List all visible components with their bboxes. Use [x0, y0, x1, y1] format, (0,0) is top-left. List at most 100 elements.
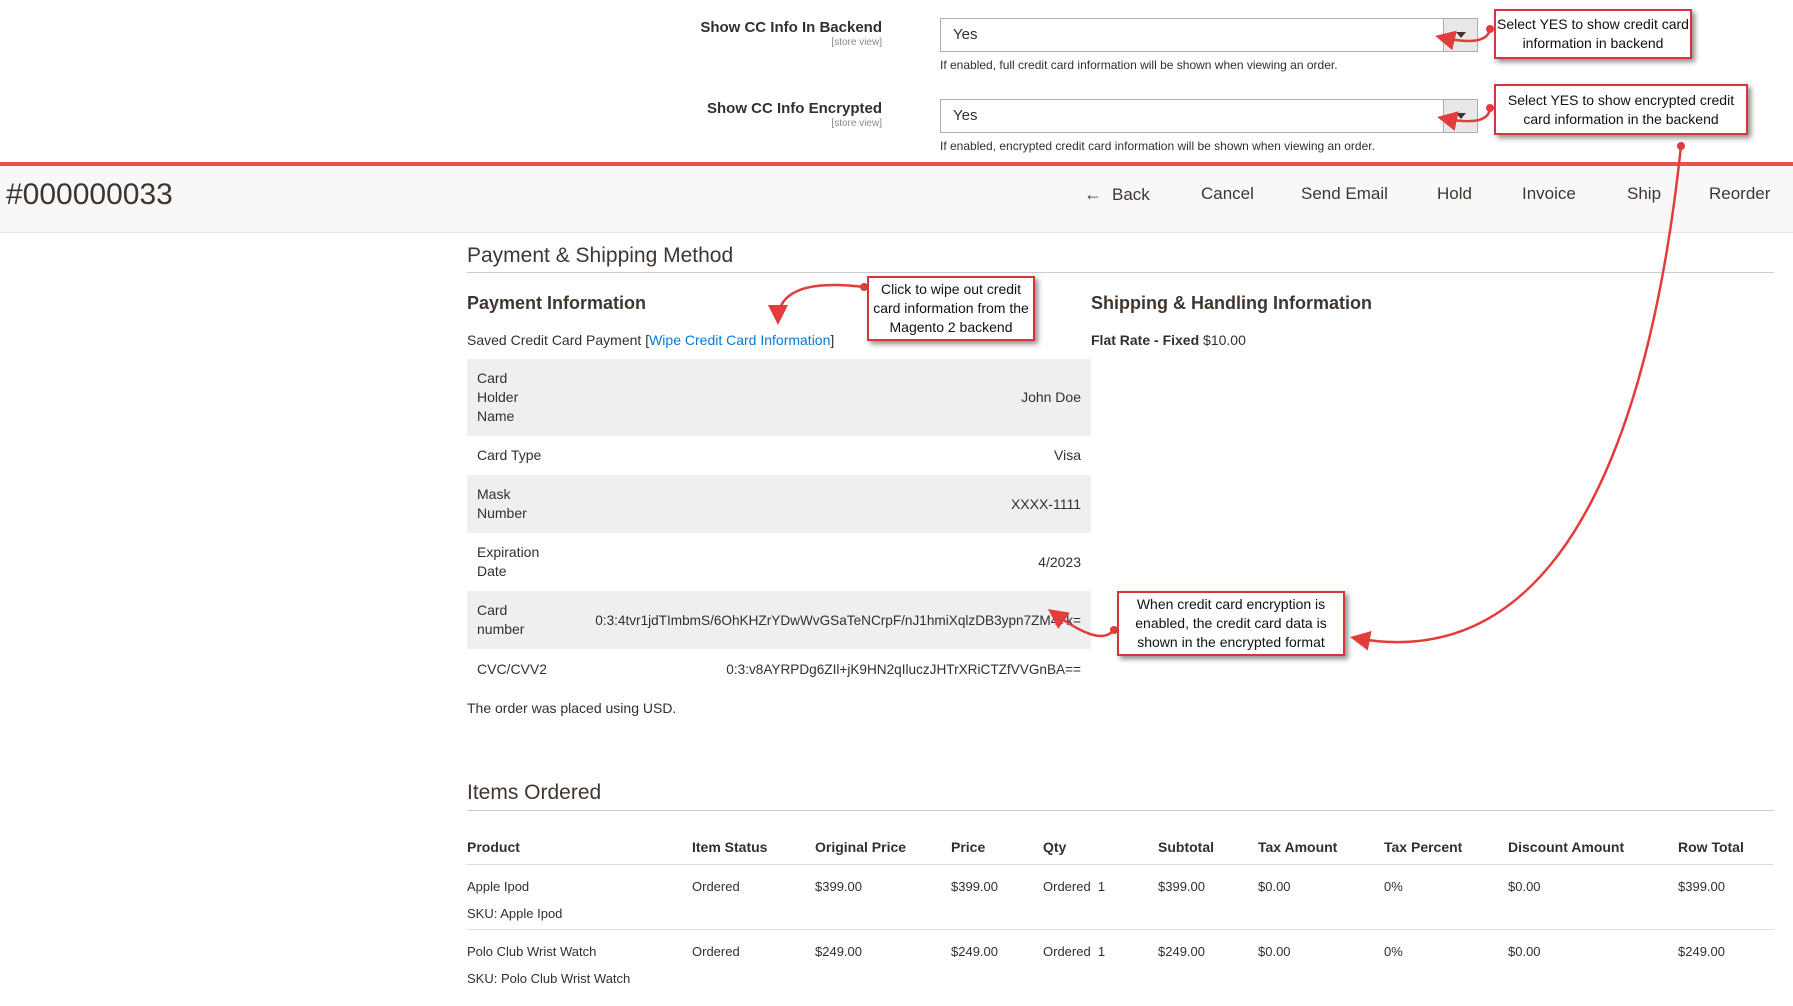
col-row-total: Row Total — [1678, 830, 1774, 865]
cc-row-type: Card Type Visa — [467, 436, 1091, 475]
wipe-cc-link[interactable]: Wipe Credit Card Information — [649, 332, 830, 348]
item-subtotal: $249.00 — [1158, 943, 1205, 959]
cancel-button[interactable]: Cancel — [1201, 182, 1254, 206]
payment-shipping-title: Payment & Shipping Method — [467, 244, 734, 267]
back-button[interactable]: ← Back — [1084, 182, 1150, 207]
cc-key: CVC/CVV2 — [477, 660, 548, 677]
item-original-price: $399.00 — [815, 878, 862, 894]
item-tax-amount: $0.00 — [1258, 943, 1291, 959]
item-row-total: $399.00 — [1678, 878, 1725, 894]
shipping-method: Flat Rate - Fixed $10.00 — [1091, 331, 1246, 349]
col-original-price: Original Price — [815, 830, 951, 865]
item-tax-percent: 0% — [1384, 878, 1403, 894]
page-title: #000000033 — [6, 178, 173, 211]
cc-row-holder: Card Holder Name John Doe — [467, 359, 1091, 436]
shipping-method-name: Flat Rate - Fixed — [1091, 332, 1200, 348]
cc-key: Mask Number — [477, 486, 527, 521]
item-discount: $0.00 — [1508, 878, 1541, 894]
item-qty: Ordered 1 — [1043, 943, 1106, 959]
col-tax-percent: Tax Percent — [1384, 830, 1508, 865]
cc-value: Visa — [1054, 447, 1081, 463]
show-cc-encrypted-label: Show CC Info Encrypted — [706, 100, 882, 117]
col-tax-amount: Tax Amount — [1258, 830, 1384, 865]
show-cc-encrypted-note: If enabled, encrypted credit card inform… — [940, 139, 1375, 153]
item-product: Polo Club Wrist Watch SKU: Polo Club Wris… — [467, 929, 692, 994]
arrow-wipe — [768, 283, 865, 325]
cc-row-cvc: CVC/CVV2 0:3:v8AYRPDg6ZIl+jK9HN2qIluczJH… — [467, 649, 1091, 689]
back-label: Back — [1112, 185, 1150, 204]
callout-encrypted-format: When credit card encryption is enabled, … — [1117, 591, 1345, 656]
items-ordered-title: Items Ordered — [467, 781, 602, 804]
shipping-price: $10.00 — [1203, 332, 1246, 348]
item-status: Ordered — [692, 943, 740, 959]
cc-key: Expiration Date — [477, 544, 540, 579]
cc-value: 0:3:v8AYRPDg6ZIl+jK9HN2qIluczJHTrXRiCTZf… — [726, 661, 1081, 677]
saved-cc-suffix: ] — [830, 332, 835, 348]
show-cc-backend-select[interactable]: Yes — [940, 18, 1478, 52]
show-cc-backend-value: Yes — [953, 26, 978, 43]
show-cc-encrypted-scope: [store view] — [831, 118, 882, 129]
cc-key: Card Holder Name — [477, 370, 519, 424]
item-row-total: $249.00 — [1678, 943, 1725, 959]
cc-key: Card Type — [477, 447, 542, 463]
show-cc-backend-label: Show CC Info In Backend — [700, 19, 882, 36]
cc-row-expiration: Expiration Date 4/2023 — [467, 533, 1091, 591]
chevron-down-icon[interactable] — [1443, 100, 1477, 132]
callout-wipe: Click to wipe out credit card informatio… — [867, 276, 1035, 341]
cc-value: 4/2023 — [1038, 553, 1081, 570]
cc-value: John Doe — [1021, 389, 1081, 405]
col-product: Product — [467, 830, 692, 865]
col-price: Price — [951, 830, 1043, 865]
saved-cc-prefix: Saved Credit Card Payment [ — [467, 332, 650, 348]
col-discount-amount: Discount Amount — [1508, 830, 1678, 865]
chevron-down-icon[interactable] — [1443, 19, 1477, 51]
cc-value: XXXX-1111 — [1010, 495, 1081, 512]
cc-key: Card number — [477, 602, 525, 637]
show-cc-backend-scope: [store view] — [831, 37, 882, 48]
reorder-button[interactable]: Reorder — [1709, 182, 1770, 206]
callout-show-cc: Select YES to show credit card informati… — [1494, 9, 1692, 59]
arrow-dot — [1486, 25, 1494, 33]
send-email-button[interactable]: Send Email — [1301, 182, 1388, 206]
payment-info-title: Payment Information — [467, 293, 647, 313]
cc-row-number: Card number 0:3:4tvr1jdTImbmS/6OhKHZrYDw… — [467, 591, 1091, 649]
show-cc-encrypted-value: Yes — [953, 107, 978, 124]
table-row: Apple Ipod SKU: Apple Ipod Ordered $399.0… — [467, 864, 1774, 929]
currency-note: The order was placed using USD. — [467, 700, 677, 716]
col-item-status: Item Status — [692, 830, 815, 865]
item-product-name: Polo Club Wrist Watch — [467, 943, 597, 959]
ship-button[interactable]: Ship — [1627, 182, 1661, 206]
item-tax-amount: $0.00 — [1258, 878, 1291, 894]
saved-cc-line: Saved Credit Card Payment [Wipe Credit C… — [467, 331, 834, 349]
item-status: Ordered — [692, 878, 740, 894]
shipping-info-title: Shipping & Handling Information — [1091, 293, 1372, 313]
item-original-price: $249.00 — [815, 943, 862, 959]
show-cc-encrypted-select[interactable]: Yes — [940, 99, 1478, 133]
cc-row-mask: Mask Number XXXX-1111 — [467, 475, 1091, 533]
invoice-button[interactable]: Invoice — [1522, 182, 1576, 206]
item-product: Apple Ipod SKU: Apple Ipod — [467, 864, 692, 929]
item-tax-percent: 0% — [1384, 943, 1403, 959]
table-row: Polo Club Wrist Watch SKU: Polo Club Wris… — [467, 929, 1774, 994]
col-subtotal: Subtotal — [1158, 830, 1258, 865]
item-discount: $0.00 — [1508, 943, 1541, 959]
cc-info-table: Card Holder Name John Doe Card Type Visa… — [467, 359, 1091, 689]
arrow-dot — [1677, 142, 1685, 150]
col-qty: Qty — [1043, 830, 1158, 865]
arrow-dot — [1486, 104, 1494, 112]
item-product-name: Apple Ipod — [467, 878, 530, 894]
show-cc-backend-note: If enabled, full credit card information… — [940, 58, 1338, 72]
item-price: $399.00 — [951, 878, 998, 894]
items-header-row: Product Item Status Original Price Price… — [467, 830, 1774, 865]
item-sku: SKU: Polo Club Wrist Watch — [467, 970, 631, 986]
items-table: Product Item Status Original Price Price… — [467, 830, 1774, 994]
item-subtotal: $399.00 — [1158, 878, 1205, 894]
item-sku: SKU: Apple Ipod — [467, 905, 563, 921]
section-rule — [467, 810, 1774, 811]
cc-value: 0:3:4tvr1jdTImbmS/6OhKHZrYDwWvGSaTeNCrpF… — [595, 612, 1081, 628]
item-qty: Ordered 1 — [1043, 878, 1106, 894]
hold-button[interactable]: Hold — [1437, 182, 1472, 206]
item-price: $249.00 — [951, 943, 998, 959]
arrow-left-icon: ← — [1084, 184, 1102, 204]
section-rule — [467, 272, 1774, 273]
